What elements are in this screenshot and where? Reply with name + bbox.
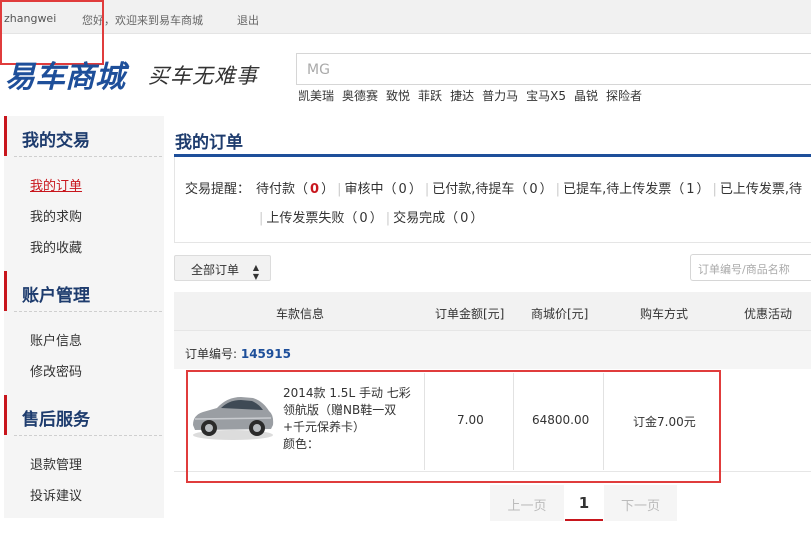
reminder-invoice-uploaded[interactable]: 已上传发票,待 (720, 182, 802, 197)
column-header: 购车方式 (640, 307, 689, 321)
pagination: 上一页 1 下一页 (490, 485, 677, 523)
sidebar-item-account-info[interactable]: 账户信息 (30, 330, 82, 349)
order-number[interactable]: 145915 (241, 347, 291, 361)
column-header: 车款信息 (276, 307, 325, 321)
reminder-await-invoice[interactable]: 已提车,待上传发票（ 1） (563, 182, 709, 197)
sidebar-item-refunds[interactable]: 退款管理 (30, 454, 82, 473)
hot-word[interactable]: 凯美瑞 (298, 89, 334, 103)
next-page-button[interactable]: 下一页 (604, 485, 677, 521)
column-header: 优惠活动 (744, 307, 793, 321)
page-number-current[interactable]: 1 (565, 485, 603, 521)
divider (14, 435, 162, 436)
site-logo[interactable]: 易车商城 (5, 52, 125, 96)
reminder-invoice-failed[interactable]: 上传发票失败（ 0） (266, 211, 382, 226)
caret-updown-icon: ▲ ▼ (252, 263, 259, 281)
hot-word[interactable]: 宝马X5 (526, 89, 566, 103)
order-number-bar: 订单编号: 145915 (174, 330, 811, 369)
hot-word[interactable]: 奥德赛 (342, 89, 378, 103)
sidebar-item-change-password[interactable]: 修改密码 (30, 361, 82, 380)
order-search-input[interactable]: 订单编号/商品名称 (690, 254, 811, 281)
sidebar-section-title: 账户管理 (4, 271, 164, 311)
sidebar-item-complaints[interactable]: 投诉建议 (30, 485, 82, 504)
search-input[interactable]: MG (296, 53, 811, 85)
trade-reminder: 交易提醒： 待付款（ 0） | 审核中（ 0） | 已付款,待提车（ 0） | 已提车,待上传发票（… (174, 157, 811, 243)
hot-word[interactable]: 捷达 (450, 89, 474, 103)
top-bar: zhangwei 您好，欢迎来到易车商城 退出 (0, 0, 811, 34)
hot-word[interactable]: 菲跃 (418, 89, 442, 103)
page-title: 我的订单 (175, 133, 243, 153)
highlight-box-order (186, 370, 721, 483)
sidebar-item-my-requests[interactable]: 我的求购 (30, 206, 82, 225)
hot-words: 凯美瑞 奥德赛 致悦 菲跃 捷达 普力马 宝马X5 晶锐 探险者 (298, 87, 650, 104)
column-header: 订单金额[元] (435, 307, 505, 321)
hot-word[interactable]: 晶锐 (574, 89, 598, 103)
hot-word[interactable]: 致悦 (386, 89, 410, 103)
reminder-under-review[interactable]: 审核中（ 0） (345, 182, 422, 197)
hot-word[interactable]: 普力马 (482, 89, 518, 103)
reminder-label: 交易提醒： (185, 182, 251, 197)
order-filter-select[interactable]: 全部订单 ▲ ▼ (174, 255, 271, 281)
site-slogan: 买车无难事 (148, 64, 258, 88)
reminder-completed[interactable]: 交易完成（ 0） (393, 211, 483, 226)
column-header: 商城价[元] (531, 307, 589, 321)
logout-link[interactable]: 退出 (237, 12, 259, 28)
sidebar: 我的交易 我的订单 我的求购 我的收藏 账户管理 账户信息 修改密码 售后服务 … (4, 116, 164, 518)
reminder-paid-await-pickup[interactable]: 已付款,待提车（ 0） (432, 182, 552, 197)
divider (14, 156, 162, 157)
reminder-pending-payment[interactable]: 待付款（ 0） (256, 182, 334, 197)
divider (14, 311, 162, 312)
table-header: 车款信息 订单金额[元] 商城价[元] 购车方式 优惠活动 (174, 292, 811, 330)
prev-page-button[interactable]: 上一页 (490, 485, 564, 521)
sidebar-item-my-favorites[interactable]: 我的收藏 (30, 237, 82, 256)
sidebar-section-title: 我的交易 (4, 116, 164, 156)
hot-word[interactable]: 探险者 (606, 89, 642, 103)
sidebar-item-my-orders[interactable]: 我的订单 (30, 175, 82, 194)
sidebar-section-title: 售后服务 (4, 395, 164, 435)
